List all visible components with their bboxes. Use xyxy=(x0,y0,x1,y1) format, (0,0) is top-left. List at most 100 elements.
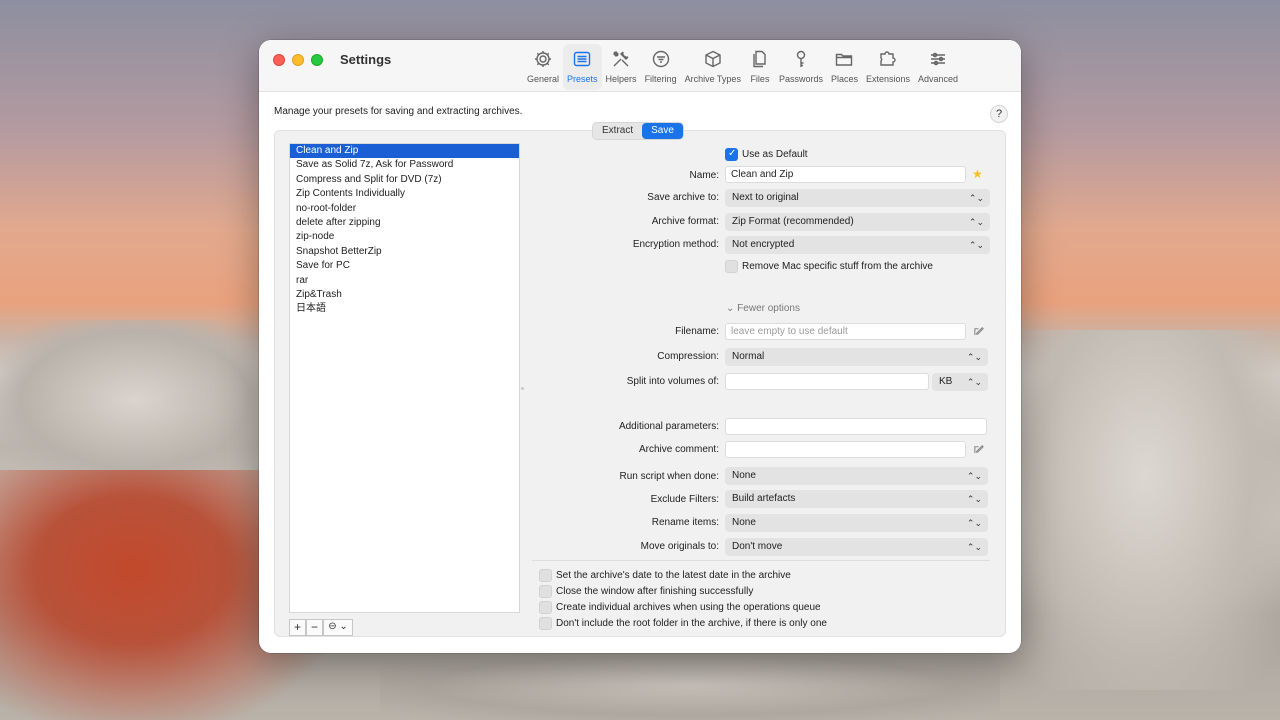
options-divider xyxy=(532,560,990,561)
box-icon xyxy=(702,48,724,70)
run-script-label: Run script when done: xyxy=(619,471,719,482)
run-script-select[interactable]: None ⌃⌄ xyxy=(725,467,988,485)
save-archive-to-select[interactable]: Next to original ⌃⌄ xyxy=(725,189,990,207)
split-unit-select[interactable]: KB ⌃⌄ xyxy=(932,373,988,391)
preset-item[interactable]: rar xyxy=(290,274,519,288)
tab-files[interactable]: Files xyxy=(745,44,775,90)
tab-advanced[interactable]: Advanced xyxy=(914,44,962,90)
preset-item[interactable]: Snapshot BetterZip xyxy=(290,245,519,259)
chevron-updown-icon: ⌃⌄ xyxy=(966,471,982,481)
presets-list-icon xyxy=(571,48,593,70)
split-volume-size-field[interactable] xyxy=(725,373,929,390)
zoom-window-button[interactable] xyxy=(311,54,323,66)
use-as-default-label: Use as Default xyxy=(742,149,808,160)
close-window-after-checkbox[interactable] xyxy=(539,585,552,598)
preset-item[interactable]: Zip Contents Individually xyxy=(290,187,519,201)
remove-mac-stuff-checkbox[interactable] xyxy=(725,260,738,273)
presets-description: Manage your presets for saving and extra… xyxy=(274,106,523,117)
encryption-method-select[interactable]: Not encrypted ⌃⌄ xyxy=(725,236,990,254)
tab-extensions[interactable]: Extensions xyxy=(862,44,914,90)
chevron-updown-icon: ⌃⌄ xyxy=(966,518,982,528)
rename-items-select[interactable]: None ⌃⌄ xyxy=(725,514,988,532)
set-archive-date-checkbox[interactable] xyxy=(539,569,552,582)
archive-format-value: Zip Format (recommended) xyxy=(732,216,854,227)
tab-presets[interactable]: Presets xyxy=(563,44,602,90)
window-title: Settings xyxy=(340,52,392,67)
background-rock xyxy=(0,320,270,480)
preset-list: Clean and Zip Save as Solid 7z, Ask for … xyxy=(289,143,520,613)
chevron-updown-icon: ⌃⌄ xyxy=(966,542,982,552)
compression-select[interactable]: Normal ⌃⌄ xyxy=(725,348,988,366)
minimize-window-button[interactable] xyxy=(292,54,304,66)
archive-comment-field[interactable] xyxy=(725,441,966,458)
archive-comment-label: Archive comment: xyxy=(638,444,719,455)
chevron-updown-icon: ⌃⌄ xyxy=(966,377,982,387)
chevron-down-icon: ⌄ xyxy=(726,303,738,314)
filename-label: Filename: xyxy=(675,326,719,337)
sliders-icon xyxy=(927,48,949,70)
title-bar: Settings General Presets Helpers Filteri… xyxy=(259,40,1021,92)
preset-list-footer: + − ⊖ ⌄ xyxy=(289,619,353,636)
set-archive-date-label: Set the archive's date to the latest dat… xyxy=(556,570,791,581)
preset-item[interactable]: Zip&Trash xyxy=(290,288,519,302)
help-button[interactable]: ? xyxy=(990,105,1008,123)
preset-item[interactable]: Save as Solid 7z, Ask for Password xyxy=(290,158,519,172)
move-originals-select[interactable]: Don't move ⌃⌄ xyxy=(725,538,988,556)
tab-filtering[interactable]: Filtering xyxy=(641,44,681,90)
preset-item[interactable]: Clean and Zip xyxy=(290,144,519,159)
preset-item[interactable]: delete after zipping xyxy=(290,216,519,230)
tab-label: Filtering xyxy=(644,74,677,84)
no-root-folder-checkbox[interactable] xyxy=(539,617,552,630)
files-icon xyxy=(749,48,771,70)
chevron-updown-icon: ⌃⌄ xyxy=(966,352,982,362)
tab-passwords[interactable]: Passwords xyxy=(775,44,827,90)
additional-parameters-label: Additional parameters: xyxy=(618,421,719,432)
archive-format-label: Archive format: xyxy=(651,216,719,227)
tab-archive-types[interactable]: Archive Types xyxy=(681,44,745,90)
compression-label: Compression: xyxy=(657,351,719,362)
tab-helpers[interactable]: Helpers xyxy=(602,44,641,90)
preset-item[interactable]: 日本語 xyxy=(290,302,519,316)
tab-places[interactable]: Places xyxy=(827,44,862,90)
tab-label: Advanced xyxy=(918,74,959,84)
chevron-updown-icon: ⌃⌄ xyxy=(968,240,984,250)
chevron-updown-icon: ⌃⌄ xyxy=(968,217,984,227)
folder-icon xyxy=(833,48,855,70)
add-preset-button[interactable]: + xyxy=(289,619,306,636)
fewer-options-label: Fewer options xyxy=(737,303,800,314)
tools-icon xyxy=(610,48,632,70)
archive-format-select[interactable]: Zip Format (recommended) ⌃⌄ xyxy=(725,213,990,231)
additional-parameters-field[interactable] xyxy=(725,418,987,435)
preset-item[interactable]: zip-node xyxy=(290,230,519,244)
extract-save-segment: Extract Save xyxy=(592,122,684,140)
favorite-star-icon[interactable]: ★ xyxy=(972,167,983,181)
fewer-options-toggle[interactable]: ⌄ Fewer options xyxy=(726,303,800,314)
filter-icon xyxy=(650,48,672,70)
encryption-method-value: Not encrypted xyxy=(732,239,795,250)
edit-filename-icon[interactable] xyxy=(973,326,985,338)
preset-name-field[interactable]: Clean and Zip xyxy=(725,166,966,183)
gear-icon xyxy=(532,48,554,70)
filename-field[interactable]: leave empty to use default xyxy=(725,323,966,340)
no-root-folder-label: Don't include the root folder in the arc… xyxy=(556,618,827,629)
remove-preset-button[interactable]: − xyxy=(306,619,323,636)
move-originals-label: Move originals to: xyxy=(640,541,719,552)
edit-comment-icon[interactable] xyxy=(973,444,985,456)
individual-archives-checkbox[interactable] xyxy=(539,601,552,614)
save-archive-to-label: Save archive to: xyxy=(647,192,719,203)
preset-item[interactable]: Compress and Split for DVD (7z) xyxy=(290,173,519,187)
split-view-handle[interactable] xyxy=(521,387,524,390)
tab-general[interactable]: General xyxy=(523,44,563,90)
preset-item[interactable]: no-root-folder xyxy=(290,202,519,216)
segment-extract[interactable]: Extract xyxy=(593,123,642,139)
use-as-default-checkbox[interactable] xyxy=(725,148,738,161)
preset-item[interactable]: Save for PC xyxy=(290,259,519,273)
split-volumes-label: Split into volumes of: xyxy=(626,376,719,387)
move-originals-value: Don't move xyxy=(732,541,783,552)
close-window-after-label: Close the window after finishing success… xyxy=(556,586,754,597)
segment-save[interactable]: Save xyxy=(642,123,683,139)
preset-actions-menu-button[interactable]: ⊖ ⌄ xyxy=(323,619,353,636)
exclude-filters-select[interactable]: Build artefacts ⌃⌄ xyxy=(725,490,988,508)
close-window-button[interactable] xyxy=(273,54,285,66)
individual-archives-label: Create individual archives when using th… xyxy=(556,602,821,613)
